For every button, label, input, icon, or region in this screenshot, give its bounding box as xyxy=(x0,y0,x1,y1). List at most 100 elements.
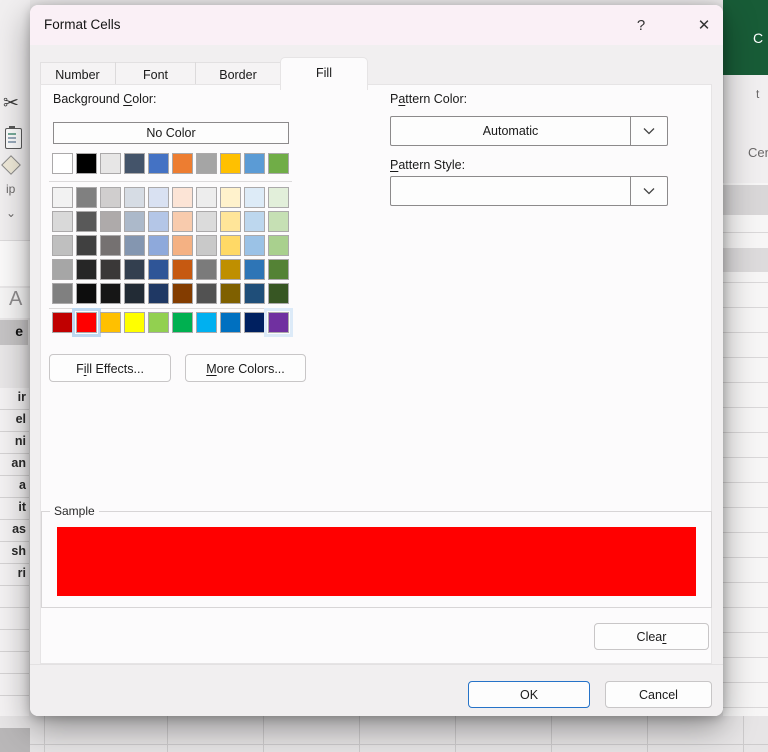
color-swatch[interactable] xyxy=(100,211,121,232)
color-swatch[interactable] xyxy=(124,283,145,304)
color-swatch[interactable] xyxy=(100,235,121,256)
color-swatch[interactable] xyxy=(172,235,193,256)
pattern-style-value xyxy=(391,177,630,205)
excel-cell-text-fragment xyxy=(0,586,29,608)
color-swatch[interactable] xyxy=(172,283,193,304)
chevron-down-icon: ⌄ xyxy=(6,206,17,220)
color-swatch[interactable] xyxy=(124,312,145,333)
color-swatch[interactable] xyxy=(100,283,121,304)
color-swatch[interactable] xyxy=(244,153,265,174)
color-swatch[interactable] xyxy=(244,312,265,333)
tab-fill[interactable]: Fill xyxy=(280,57,368,90)
dialog-titlebar[interactable]: Format Cells ? ✕ xyxy=(30,5,723,45)
color-swatch[interactable] xyxy=(172,312,193,333)
color-swatch[interactable] xyxy=(124,235,145,256)
color-swatch[interactable] xyxy=(244,235,265,256)
color-swatch[interactable] xyxy=(244,283,265,304)
color-swatch[interactable] xyxy=(196,211,217,232)
color-swatch[interactable] xyxy=(124,259,145,280)
color-swatch[interactable] xyxy=(52,312,73,333)
color-swatch[interactable] xyxy=(244,187,265,208)
pattern-style-dropdown[interactable] xyxy=(390,176,668,206)
color-swatch[interactable] xyxy=(196,259,217,280)
color-swatch[interactable] xyxy=(100,153,121,174)
close-icon[interactable]: ✕ xyxy=(691,13,717,39)
color-swatch[interactable] xyxy=(100,187,121,208)
color-swatch[interactable] xyxy=(268,153,289,174)
color-swatch[interactable] xyxy=(52,153,73,174)
color-swatch[interactable] xyxy=(148,187,169,208)
color-swatch[interactable] xyxy=(220,187,241,208)
format-cells-dialog: Format Cells ? ✕ Number Font Border Fill… xyxy=(30,5,723,716)
more-colors-button[interactable]: More Colors... xyxy=(185,354,306,382)
color-swatch[interactable] xyxy=(244,259,265,280)
color-swatch[interactable] xyxy=(268,187,289,208)
color-swatch[interactable] xyxy=(196,312,217,333)
color-swatch[interactable] xyxy=(52,283,73,304)
color-swatch[interactable] xyxy=(100,312,121,333)
color-swatch[interactable] xyxy=(220,153,241,174)
chevron-down-icon[interactable] xyxy=(630,117,667,145)
help-button[interactable]: ? xyxy=(628,13,654,39)
color-swatch[interactable] xyxy=(196,283,217,304)
color-swatch[interactable] xyxy=(220,312,241,333)
excel-grid-bottom-fragment xyxy=(0,716,768,752)
color-swatch[interactable] xyxy=(76,259,97,280)
color-swatch[interactable] xyxy=(268,235,289,256)
color-swatch[interactable] xyxy=(244,211,265,232)
color-swatch[interactable] xyxy=(148,153,169,174)
color-swatch[interactable] xyxy=(148,259,169,280)
color-swatch[interactable] xyxy=(220,283,241,304)
excel-cell-text-fragment: ni xyxy=(0,432,29,454)
color-swatch[interactable] xyxy=(268,259,289,280)
chevron-down-icon[interactable] xyxy=(630,177,667,205)
color-swatch[interactable] xyxy=(124,153,145,174)
color-swatch[interactable] xyxy=(268,211,289,232)
excel-titlebar-fragment: C xyxy=(723,0,768,75)
color-swatch[interactable] xyxy=(52,259,73,280)
no-color-button[interactable]: No Color xyxy=(53,122,289,144)
color-swatch[interactable] xyxy=(172,211,193,232)
color-swatch[interactable] xyxy=(52,187,73,208)
color-swatch[interactable] xyxy=(148,312,169,333)
sample-fill-preview xyxy=(57,527,696,596)
color-swatch[interactable] xyxy=(148,235,169,256)
color-swatch[interactable] xyxy=(100,259,121,280)
color-swatch[interactable] xyxy=(76,211,97,232)
excel-cell-fill-fragment xyxy=(723,248,768,272)
cancel-button[interactable]: Cancel xyxy=(605,681,712,708)
color-swatch[interactable] xyxy=(196,235,217,256)
excel-cell-text-fragment: a xyxy=(0,476,29,498)
excel-cell-text-fragment: el xyxy=(0,410,29,432)
color-swatch[interactable] xyxy=(172,153,193,174)
clear-button[interactable]: Clear xyxy=(594,623,709,650)
color-swatch[interactable] xyxy=(72,308,101,337)
clipboard-group-label-fragment: ip xyxy=(6,182,16,196)
color-swatch[interactable] xyxy=(76,187,97,208)
excel-cell-text-fragment xyxy=(0,696,29,718)
fill-effects-button[interactable]: Fill Effects... xyxy=(49,354,171,382)
color-swatch[interactable] xyxy=(76,153,97,174)
color-swatch[interactable] xyxy=(220,259,241,280)
color-swatch[interactable] xyxy=(268,283,289,304)
color-swatch[interactable] xyxy=(196,187,217,208)
color-swatch[interactable] xyxy=(196,153,217,174)
color-swatch[interactable] xyxy=(220,235,241,256)
color-swatch[interactable] xyxy=(172,187,193,208)
color-swatch[interactable] xyxy=(52,235,73,256)
palette-divider xyxy=(49,308,292,309)
color-swatch[interactable] xyxy=(264,308,293,337)
color-swatch[interactable] xyxy=(148,283,169,304)
color-swatch[interactable] xyxy=(220,211,241,232)
color-swatch[interactable] xyxy=(172,259,193,280)
color-swatch[interactable] xyxy=(52,211,73,232)
sample-groupbox: Sample xyxy=(41,504,712,608)
ok-button[interactable]: OK xyxy=(468,681,590,708)
color-swatch[interactable] xyxy=(124,211,145,232)
color-swatch[interactable] xyxy=(124,187,145,208)
color-swatch[interactable] xyxy=(76,283,97,304)
pattern-color-dropdown[interactable]: Automatic xyxy=(390,116,668,146)
excel-bottom-left-fragment xyxy=(0,728,30,752)
color-swatch[interactable] xyxy=(76,235,97,256)
color-swatch[interactable] xyxy=(148,211,169,232)
